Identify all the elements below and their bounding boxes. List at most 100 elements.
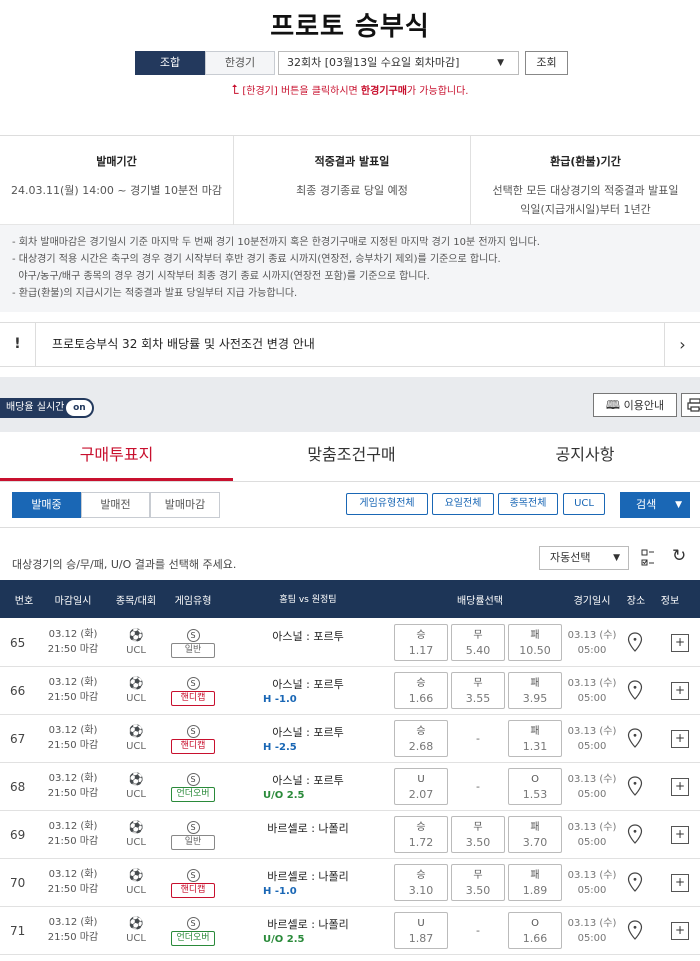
handicap-value: U/O 2.5	[263, 934, 305, 945]
location-pin-icon[interactable]	[627, 680, 643, 703]
match-hour: 05:00	[577, 645, 607, 656]
expand-info-icon[interactable]: +	[671, 826, 689, 844]
filter-day[interactable]: 요일전체	[432, 493, 494, 515]
location-pin-icon[interactable]	[627, 920, 643, 943]
live-odds-toggle[interactable]: 배당율 실시간 on	[0, 398, 95, 418]
odds-button[interactable]: 패 10.50	[508, 624, 562, 661]
notice-text: 프로토승부식 32 회차 배당률 및 사전조건 변경 안내	[52, 337, 315, 351]
location-pin-icon[interactable]	[627, 824, 643, 847]
col-game-type[interactable]: 게임유형	[166, 592, 220, 607]
toggle-switch[interactable]: on	[66, 400, 93, 416]
versus-separator: :	[302, 774, 314, 787]
odds-button[interactable]: 승 1.66	[394, 672, 448, 709]
checkbox-list-icon[interactable]	[641, 549, 655, 570]
odds-button[interactable]: 승 1.17	[394, 624, 448, 661]
dropdown-arrow-icon: ▼	[613, 553, 620, 563]
sport-league: ⚽ UCL	[116, 628, 156, 658]
odds-button[interactable]: 무 3.50	[451, 864, 505, 901]
expand-info-icon[interactable]: +	[671, 730, 689, 748]
col-number[interactable]: 번호	[8, 592, 40, 607]
expand-info-icon[interactable]: +	[671, 778, 689, 796]
query-button[interactable]: 조회	[525, 51, 568, 75]
handicap-value: H -2.5	[263, 742, 297, 753]
expand-info-icon[interactable]: +	[671, 874, 689, 892]
col-match-time[interactable]: 경기일시	[562, 592, 622, 607]
tab-custom-purchase[interactable]: 맞춤조건구매	[233, 432, 470, 481]
col-close-time[interactable]: 마감일시	[44, 592, 102, 607]
page-title: 프로토 승부식	[270, 12, 430, 42]
notice-banner[interactable]: ! 프로토승부식 32 회차 배당률 및 사전조건 변경 안내 ›	[0, 322, 700, 367]
match-time: 03.13 (수) 05:00	[562, 676, 622, 706]
soccer-ball-icon: ⚽	[128, 916, 144, 930]
sale-tab-on-sale[interactable]: 발매중	[12, 492, 81, 518]
odds-button[interactable]: 패 3.95	[508, 672, 562, 709]
away-team: 포르투	[313, 774, 344, 787]
single-mode-button[interactable]: 한경기	[205, 51, 275, 75]
match-date: 03.13 (수)	[567, 726, 617, 737]
filter-game-type[interactable]: 게임유형전체	[346, 493, 428, 515]
odds-button[interactable]: 패 3.70	[508, 816, 562, 853]
location-pin-icon[interactable]	[627, 632, 643, 655]
versus-separator: :	[302, 630, 314, 643]
expand-info-icon[interactable]: +	[671, 682, 689, 700]
location-pin-icon[interactable]	[627, 776, 643, 799]
odds-label: 무	[473, 822, 483, 833]
combo-mode-button[interactable]: 조합	[135, 51, 205, 75]
print-button[interactable]	[681, 393, 700, 417]
chevron-right-icon[interactable]: ›	[664, 323, 700, 366]
filter-sport[interactable]: 종목전체	[498, 493, 558, 515]
odds-label: 승	[416, 822, 426, 833]
odds-button[interactable]: 무 3.55	[451, 672, 505, 709]
odds-label: 패	[530, 630, 540, 641]
filter-league[interactable]: UCL	[563, 493, 605, 515]
odds-button[interactable]: U 2.07	[394, 768, 448, 805]
odds-button[interactable]: U 1.87	[394, 912, 448, 949]
odds-button[interactable]: 패 1.89	[508, 864, 562, 901]
odds-button[interactable]: O 1.66	[508, 912, 562, 949]
tab-purchase-slip[interactable]: 구매투표지	[0, 432, 233, 481]
odds-label: O	[531, 918, 539, 929]
close-time: 03.12 (화) 21:50 마감	[44, 675, 102, 705]
location-pin-icon[interactable]	[627, 728, 643, 751]
sale-tab-closed[interactable]: 발매마감	[150, 492, 220, 518]
odds-button[interactable]: 승 1.72	[394, 816, 448, 853]
odds-button[interactable]: 승 2.68	[394, 720, 448, 757]
sport-league: ⚽ UCL	[116, 724, 156, 754]
hint-post: 가 가능합니다.	[406, 86, 469, 97]
exclamation-icon: !	[0, 323, 36, 366]
odds-value: 10.50	[519, 644, 551, 657]
sale-notes: - 회차 발매마감은 경기일시 기준 마지막 두 번째 경기 10분전까지 혹은…	[0, 225, 700, 312]
versus-separator: :	[302, 726, 314, 739]
info-result-date: 적중결과 발표일 최종 경기종료 당일 예정	[233, 136, 470, 225]
expand-info-icon[interactable]: +	[671, 634, 689, 652]
odds-button[interactable]: 패 1.31	[508, 720, 562, 757]
table-row: 69 03.12 (화) 21:50 마감 ⚽ UCL S 일반 바르셀로 : 나폴리 승 1.7…	[0, 811, 700, 859]
match-time: 03.13 (수) 05:00	[562, 868, 622, 898]
odds-button[interactable]: 무 3.50	[451, 816, 505, 853]
home-team: 아스널	[272, 678, 303, 691]
odds-button[interactable]: 무 5.40	[451, 624, 505, 661]
close-date: 03.12 (화)	[48, 917, 98, 928]
league-name: UCL	[126, 837, 146, 848]
col-info: 정보	[660, 596, 680, 607]
odds-button[interactable]: 승 3.10	[394, 864, 448, 901]
match-teams: 아스널 : 포르투 U/O 2.5	[228, 772, 388, 801]
tab-notices[interactable]: 공지사항	[470, 432, 700, 481]
search-button[interactable]: 검색 ▼	[620, 492, 690, 518]
refresh-icon[interactable]: ↻	[672, 546, 686, 566]
usage-guide-button[interactable]: 🕮 이용안내	[593, 393, 677, 417]
game-number: 70	[10, 876, 26, 890]
odds-button[interactable]: O 1.53	[508, 768, 562, 805]
auto-select-dropdown[interactable]: 자동선택 ▼	[539, 546, 629, 570]
odds-value: 3.10	[408, 884, 434, 897]
location-pin-icon[interactable]	[627, 872, 643, 895]
col-sport[interactable]: 종목/대회	[110, 592, 162, 607]
sale-tab-before[interactable]: 발매전	[81, 492, 150, 518]
odds-value: 1.17	[408, 644, 434, 657]
round-select[interactable]: 32회차 [03월13일 수요일 회차마감] ▼	[278, 51, 519, 75]
expand-info-icon[interactable]: +	[671, 922, 689, 940]
sport-league: ⚽ UCL	[116, 916, 156, 946]
odds-label: 승	[416, 630, 426, 641]
auto-select-value: 자동선택	[550, 551, 591, 564]
game-type: S 핸디캡	[166, 868, 220, 898]
